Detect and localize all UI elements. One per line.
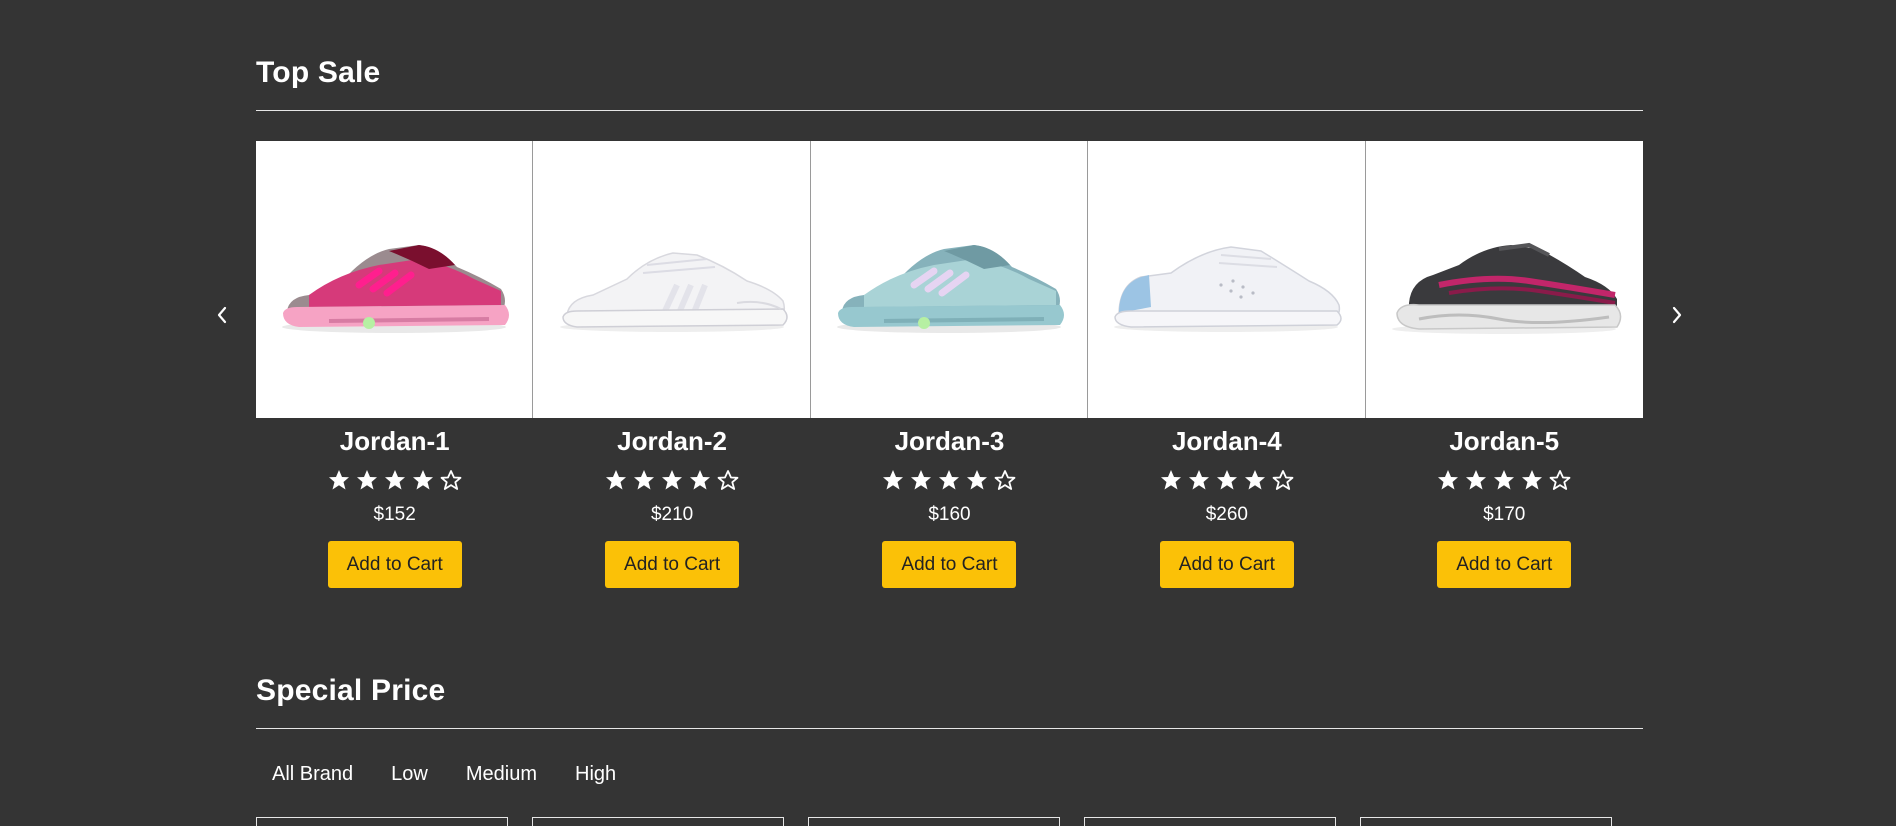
star-outline-icon bbox=[1272, 470, 1294, 490]
special-price-card[interactable] bbox=[256, 817, 508, 826]
star-filled-icon bbox=[1244, 470, 1265, 490]
star-filled-icon bbox=[412, 470, 433, 490]
star-filled-icon bbox=[1160, 470, 1181, 490]
star-outline-icon bbox=[440, 470, 462, 490]
carousel-next-button[interactable] bbox=[1662, 300, 1692, 330]
star-filled-icon bbox=[606, 470, 627, 490]
product-image[interactable] bbox=[256, 141, 534, 418]
add-to-cart-button[interactable]: Add to Cart bbox=[1437, 541, 1572, 588]
special-price-card[interactable] bbox=[532, 817, 784, 826]
product-name[interactable]: Jordan-1 bbox=[340, 425, 450, 457]
product-card: Jordan-1 $152 Add to Cart bbox=[256, 141, 534, 588]
chevron-left-icon bbox=[217, 306, 227, 324]
filter-all-brand[interactable]: All Brand bbox=[256, 757, 369, 792]
price-filter-bar: All Brand Low Medium High bbox=[256, 757, 638, 792]
add-to-cart-button[interactable]: Add to Cart bbox=[605, 541, 740, 588]
star-filled-icon bbox=[662, 470, 683, 490]
star-outline-icon bbox=[1549, 470, 1571, 490]
black-pink-chunky-sneaker-image bbox=[1392, 242, 1622, 334]
product-rating bbox=[1159, 467, 1295, 493]
special-price-card[interactable] bbox=[1084, 817, 1336, 826]
star-filled-icon bbox=[1466, 470, 1487, 490]
star-outline-icon bbox=[717, 470, 739, 490]
product-rating bbox=[1436, 467, 1572, 493]
product-image[interactable] bbox=[1088, 141, 1366, 418]
product-price: $170 bbox=[1483, 504, 1526, 525]
special-price-card[interactable] bbox=[1360, 817, 1612, 826]
product-name[interactable]: Jordan-5 bbox=[1449, 425, 1559, 457]
product-card: Jordan-3 $160 Add to Cart bbox=[810, 141, 1089, 588]
product-name[interactable]: Jordan-4 bbox=[1172, 425, 1282, 457]
star-filled-icon bbox=[1216, 470, 1237, 490]
product-price: $160 bbox=[928, 504, 971, 525]
filter-medium[interactable]: Medium bbox=[450, 757, 553, 792]
star-filled-icon bbox=[1494, 470, 1515, 490]
product-image[interactable] bbox=[1365, 141, 1643, 418]
star-filled-icon bbox=[1522, 470, 1543, 490]
product-image[interactable] bbox=[810, 141, 1089, 418]
product-image[interactable] bbox=[533, 141, 811, 418]
add-to-cart-button[interactable]: Add to Cart bbox=[882, 541, 1017, 588]
product-price: $210 bbox=[650, 504, 694, 525]
top-sale-carousel: Jordan-1 $152 Add to Cart Jordan-2 $210 … bbox=[256, 141, 1643, 588]
product-price: $152 bbox=[373, 504, 416, 525]
star-filled-icon bbox=[967, 470, 988, 490]
star-filled-icon bbox=[690, 470, 711, 490]
add-to-cart-button[interactable]: Add to Cart bbox=[327, 541, 462, 588]
star-filled-icon bbox=[1438, 470, 1459, 490]
special-price-divider bbox=[256, 728, 1643, 729]
top-sale-divider bbox=[256, 110, 1643, 111]
product-card: Jordan-2 $210 Add to Cart bbox=[533, 141, 811, 588]
star-filled-icon bbox=[356, 470, 377, 490]
light-blue-sneaker-image bbox=[836, 244, 1064, 333]
white-shell-toe-sneaker-image bbox=[559, 251, 788, 332]
star-filled-icon bbox=[911, 470, 932, 490]
carousel-prev-button[interactable] bbox=[207, 300, 237, 330]
product-name[interactable]: Jordan-2 bbox=[617, 425, 727, 457]
product-card: Jordan-5 $170 Add to Cart bbox=[1365, 141, 1643, 588]
add-to-cart-button[interactable]: Add to Cart bbox=[1159, 541, 1294, 588]
chevron-right-icon bbox=[1672, 306, 1682, 324]
star-outline-icon bbox=[995, 470, 1016, 490]
product-name[interactable]: Jordan-3 bbox=[895, 425, 1005, 457]
special-price-grid bbox=[256, 817, 1612, 826]
pink-sneaker-image bbox=[282, 244, 510, 333]
product-rating bbox=[604, 467, 740, 493]
special-price-card[interactable] bbox=[808, 817, 1060, 826]
product-price: $260 bbox=[1205, 504, 1248, 525]
product-rating bbox=[327, 467, 463, 493]
star-filled-icon bbox=[384, 470, 405, 490]
star-filled-icon bbox=[634, 470, 655, 490]
star-filled-icon bbox=[328, 470, 349, 490]
filter-low[interactable]: Low bbox=[375, 757, 444, 792]
special-price-title: Special Price bbox=[256, 674, 446, 707]
product-card: Jordan-4 $260 Add to Cart bbox=[1088, 141, 1366, 588]
star-filled-icon bbox=[939, 470, 960, 490]
star-filled-icon bbox=[883, 470, 904, 490]
white-blue-heel-sneaker-image bbox=[1114, 245, 1343, 332]
top-sale-title: Top Sale bbox=[256, 56, 381, 89]
star-filled-icon bbox=[1188, 470, 1209, 490]
filter-high[interactable]: High bbox=[559, 757, 632, 792]
product-rating bbox=[881, 467, 1017, 493]
